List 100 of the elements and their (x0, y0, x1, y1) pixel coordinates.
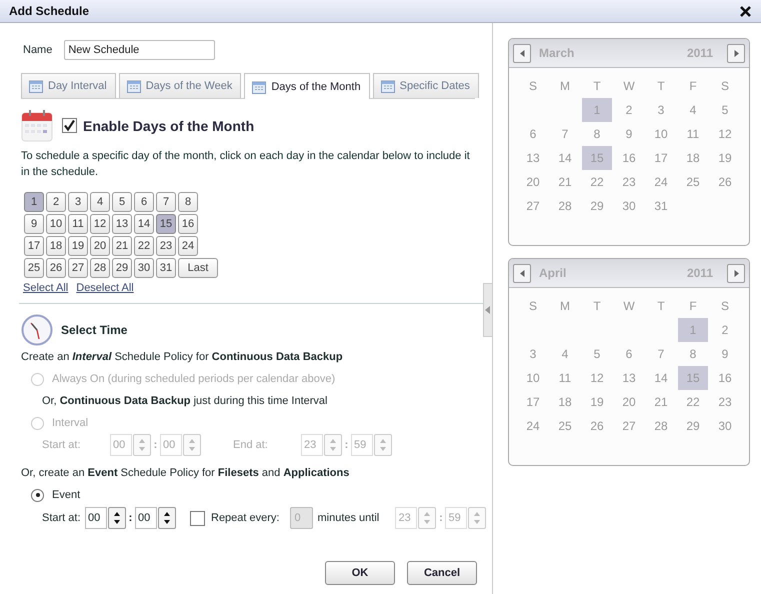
calendar-day[interactable]: 13 (614, 366, 644, 390)
day-button[interactable]: 16 (178, 214, 198, 234)
calendar-day[interactable]: 6 (614, 342, 644, 366)
day-button[interactable]: 20 (90, 236, 110, 256)
enable-checkbox[interactable] (62, 118, 77, 133)
day-button[interactable]: 10 (46, 214, 66, 234)
day-button[interactable]: 6 (134, 192, 154, 212)
calendar-day[interactable]: 25 (550, 414, 580, 438)
spinner-button[interactable] (158, 507, 176, 529)
previous-month-button[interactable] (513, 44, 531, 62)
calendar-day[interactable]: 24 (518, 414, 548, 438)
calendar-day[interactable]: 30 (614, 194, 644, 218)
minutes-field[interactable]: 0 (290, 507, 314, 529)
day-button[interactable]: 22 (134, 236, 154, 256)
calendar-day[interactable]: 19 (582, 390, 612, 414)
calendar-day[interactable]: 15 (678, 366, 708, 390)
calendar-day[interactable]: 31 (646, 194, 676, 218)
calendar-day[interactable]: 11 (678, 122, 708, 146)
calendar-day[interactable]: 23 (710, 390, 740, 414)
time-field[interactable]: 00 (135, 507, 157, 529)
calendar-day[interactable]: 8 (678, 342, 708, 366)
calendar-day[interactable]: 13 (518, 146, 548, 170)
day-button[interactable]: 8 (178, 192, 198, 212)
day-button[interactable]: 18 (46, 236, 66, 256)
day-button[interactable]: 28 (90, 258, 110, 278)
calendar-day[interactable]: 14 (646, 366, 676, 390)
calendar-day[interactable]: 2 (710, 318, 740, 342)
calendar-day[interactable]: 11 (550, 366, 580, 390)
calendar-day[interactable]: 2 (614, 98, 644, 122)
day-button[interactable]: 2 (46, 192, 66, 212)
time-field[interactable]: 00 (85, 507, 107, 529)
calendar-day[interactable]: 4 (678, 98, 708, 122)
next-month-button[interactable] (727, 264, 745, 282)
calendar-day[interactable]: 21 (550, 170, 580, 194)
calendar-day[interactable]: 10 (518, 366, 548, 390)
day-button[interactable]: Last (178, 258, 218, 278)
day-button[interactable]: 19 (68, 236, 88, 256)
calendar-day[interactable]: 16 (710, 366, 740, 390)
day-button[interactable]: 13 (112, 214, 132, 234)
day-button[interactable]: 12 (90, 214, 110, 234)
day-button[interactable]: 4 (90, 192, 110, 212)
calendar-day[interactable]: 12 (582, 366, 612, 390)
previous-month-button[interactable] (513, 264, 531, 282)
calendar-day[interactable]: 4 (550, 342, 580, 366)
day-button[interactable]: 27 (68, 258, 88, 278)
calendar-day[interactable]: 3 (646, 98, 676, 122)
radio-button[interactable] (31, 488, 44, 502)
calendar-day[interactable]: 28 (646, 414, 676, 438)
calendar-day[interactable]: 16 (614, 146, 644, 170)
calendar-day[interactable]: 26 (710, 170, 740, 194)
day-button[interactable]: 1 (24, 192, 44, 212)
day-button[interactable]: 25 (24, 258, 44, 278)
calendar-day[interactable]: 10 (646, 122, 676, 146)
calendar-day[interactable]: 3 (518, 342, 548, 366)
calendar-day[interactable]: 1 (678, 318, 708, 342)
calendar-day[interactable]: 15 (582, 146, 612, 170)
calendar-day[interactable]: 6 (518, 122, 548, 146)
calendar-day[interactable]: 28 (550, 194, 580, 218)
calendar-day[interactable]: 7 (646, 342, 676, 366)
calendar-day[interactable]: 29 (678, 414, 708, 438)
day-button[interactable]: 9 (24, 214, 44, 234)
link[interactable]: Deselect All (76, 282, 134, 294)
dialog-button[interactable]: Cancel (407, 561, 477, 585)
day-button[interactable]: 26 (46, 258, 66, 278)
calendar-day[interactable]: 24 (646, 170, 676, 194)
day-button[interactable]: 5 (112, 192, 132, 212)
link[interactable]: Select All (23, 282, 68, 294)
tab[interactable]: Days of the Month (244, 73, 370, 99)
calendar-day[interactable]: 1 (582, 98, 612, 122)
day-button[interactable]: 24 (178, 236, 198, 256)
next-month-button[interactable] (727, 44, 745, 62)
calendar-day[interactable]: 26 (582, 414, 612, 438)
calendar-day[interactable]: 9 (710, 342, 740, 366)
calendar-day[interactable]: 9 (614, 122, 644, 146)
day-button[interactable]: 21 (112, 236, 132, 256)
calendar-day[interactable]: 5 (710, 98, 740, 122)
calendar-day[interactable]: 22 (582, 170, 612, 194)
time-field[interactable]: 59 (445, 507, 468, 529)
calendar-day[interactable]: 7 (550, 122, 580, 146)
calendar-day[interactable]: 29 (582, 194, 612, 218)
calendar-day[interactable]: 20 (614, 390, 644, 414)
name-field[interactable]: New Schedule (64, 40, 216, 60)
calendar-day[interactable]: 20 (518, 170, 548, 194)
calendar-day[interactable]: 27 (518, 194, 548, 218)
day-button[interactable]: 15 (156, 214, 176, 234)
day-button[interactable]: 31 (156, 258, 176, 278)
spinner-button[interactable] (108, 507, 126, 529)
day-button[interactable]: 30 (134, 258, 154, 278)
tab[interactable]: Specific Dates (372, 73, 479, 98)
day-button[interactable]: 7 (156, 192, 176, 212)
time-field[interactable]: 23 (395, 507, 418, 529)
calendar-day[interactable]: 18 (550, 390, 580, 414)
calendar-day[interactable]: 17 (646, 146, 676, 170)
close-icon[interactable] (740, 6, 751, 16)
collapse-handle[interactable] (483, 283, 492, 337)
calendar-day[interactable]: 12 (710, 122, 740, 146)
day-button[interactable]: 3 (68, 192, 88, 212)
calendar-day[interactable]: 22 (678, 390, 708, 414)
calendar-day[interactable]: 19 (710, 146, 740, 170)
calendar-day[interactable]: 14 (550, 146, 580, 170)
